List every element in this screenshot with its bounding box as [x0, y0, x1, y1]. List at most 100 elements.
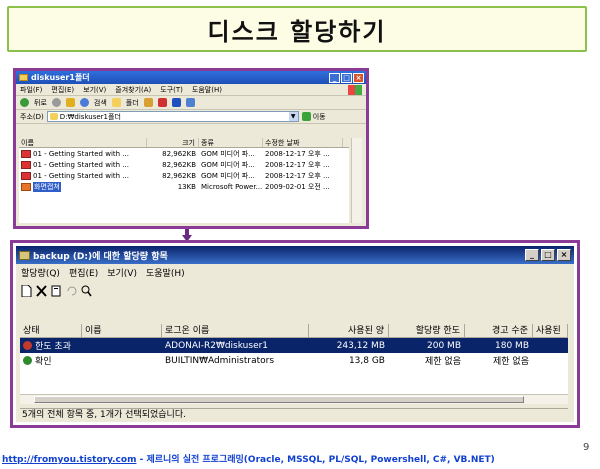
quota-list-header: 상태 이름 로그온 이름 사용된 양 할당량 한도 경고 수준 사용된: [20, 324, 568, 338]
address-field[interactable]: D:₩diskuser1폴더 ▼: [46, 111, 299, 122]
drive-icon: [19, 250, 30, 260]
menu-help[interactable]: 도움말(H): [146, 266, 185, 279]
column-date[interactable]: 수정한 날짜: [263, 138, 343, 147]
delete-icon[interactable]: [157, 98, 167, 107]
menu-edit[interactable]: 편집(E): [69, 266, 98, 279]
file-row[interactable]: 01 - Getting Started with ... 82,962KB G…: [19, 159, 349, 170]
file-type: GOM 미디어 파...: [201, 149, 255, 158]
maximize-button[interactable]: □: [541, 249, 555, 261]
column-name[interactable]: 이름: [19, 138, 147, 147]
undo-icon[interactable]: [171, 98, 181, 107]
column-type[interactable]: 종류: [199, 138, 263, 147]
go-label: 이동: [312, 112, 326, 121]
folder-icon: [49, 113, 58, 120]
quota-row[interactable]: 한도 초과 ADONAI-R2₩diskuser1 243,12 MB 200 …: [20, 338, 568, 353]
explorer-titlebar[interactable]: diskuser1폴더 _ □ ×: [16, 71, 366, 84]
go-button[interactable]: 이동: [301, 112, 326, 122]
column-warning-level[interactable]: 경고 수준: [465, 324, 533, 337]
quota-list: 상태 이름 로그온 이름 사용된 양 할당량 한도 경고 수준 사용된 한도 초…: [20, 324, 568, 394]
forward-arrow-icon[interactable]: [51, 98, 61, 107]
back-button[interactable]: 뒤로: [34, 98, 47, 108]
ok-icon: [23, 356, 32, 365]
file-row[interactable]: 화면캡쳐 13KB Microsoft Power... 2009-02-01 …: [19, 181, 349, 192]
properties-icon[interactable]: [51, 285, 62, 297]
menu-tools[interactable]: 도구(T): [160, 85, 183, 95]
quota-status: 확인: [35, 357, 52, 367]
file-date: 2008-12-17 오후 ...: [265, 149, 330, 158]
new-entry-icon[interactable]: [21, 285, 32, 297]
file-size: 82,962KB: [162, 171, 196, 180]
quota-used: 243,12 MB: [336, 340, 385, 351]
quota-titlebar[interactable]: backup (D:)에 대한 할당량 항목 _ □ ×: [16, 246, 574, 264]
menu-favorites[interactable]: 즐겨찾기(A): [115, 85, 151, 95]
file-date: 2008-12-17 오후 ...: [265, 160, 330, 169]
file-name: 화면캡쳐: [33, 181, 61, 192]
file-name: 01 - Getting Started with ...: [33, 160, 129, 169]
file-type: GOM 미디어 파...: [201, 171, 255, 180]
column-quota-limit[interactable]: 할당량 한도: [389, 324, 465, 337]
chevron-down-icon[interactable]: ▼: [288, 112, 298, 121]
quota-menubar: 할당량(Q) 편집(E) 보기(V) 도움말(H): [16, 264, 574, 281]
explorer-title: diskuser1폴더: [31, 73, 90, 82]
quota-limit: 제한 없음: [425, 357, 461, 367]
menu-file[interactable]: 파일(F): [20, 85, 42, 95]
video-file-icon: [21, 171, 31, 180]
file-date: 2008-12-17 오후 ...: [265, 171, 330, 180]
close-button[interactable]: ×: [557, 249, 571, 261]
quota-logon: BUILTIN₩Administrators: [165, 355, 275, 366]
column-percent-used[interactable]: 사용된: [533, 324, 568, 337]
footer-text: - 제르니의 실전 프로그래밍(Oracle, MSSQL, PL/SQL, P…: [136, 455, 495, 465]
find-icon[interactable]: [81, 285, 92, 297]
folder-icon: [19, 74, 28, 81]
file-row[interactable]: 01 - Getting Started with ... 82,962KB G…: [19, 148, 349, 159]
menu-view[interactable]: 보기(V): [107, 266, 137, 279]
column-amount-used[interactable]: 사용된 양: [309, 324, 389, 337]
file-row[interactable]: 01 - Getting Started with ... 82,962KB G…: [19, 170, 349, 181]
address-value: D:₩diskuser1폴더: [59, 112, 121, 121]
minimize-button[interactable]: _: [525, 249, 539, 261]
column-size[interactable]: 크기: [147, 138, 199, 147]
file-size: 82,962KB: [162, 160, 196, 169]
over-limit-icon: [23, 341, 32, 350]
menu-edit[interactable]: 편집(E): [51, 85, 74, 95]
quota-row[interactable]: 확인 BUILTIN₩Administrators 13,8 GB 제한 없음 …: [20, 353, 568, 368]
delete-icon[interactable]: [36, 285, 47, 297]
file-name: 01 - Getting Started with ...: [33, 149, 129, 158]
footer-link[interactable]: http://fromyou.tistory.com: [2, 455, 136, 465]
undo-icon[interactable]: [66, 285, 77, 297]
quota-limit: 200 MB: [427, 340, 461, 351]
maximize-button[interactable]: □: [341, 72, 352, 83]
views-icon[interactable]: [185, 98, 195, 107]
minimize-button[interactable]: _: [329, 72, 340, 83]
move-to-icon[interactable]: [143, 98, 153, 107]
menu-view[interactable]: 보기(V): [83, 85, 106, 95]
slide-title: 디스크 할당하기: [207, 17, 387, 46]
file-type: GOM 미디어 파...: [201, 160, 255, 169]
file-list-header: 이름 크기 종류 수정한 날짜: [19, 138, 349, 148]
folders-icon[interactable]: [111, 98, 121, 107]
quota-logon: ADONAI-R2₩diskuser1: [165, 340, 269, 351]
quota-toolbar: [16, 281, 574, 301]
page-number: 9: [583, 442, 590, 453]
horizontal-scrollbar[interactable]: [20, 394, 568, 404]
back-arrow-icon[interactable]: [20, 98, 29, 107]
quota-status: 한도 초과: [35, 342, 71, 352]
video-file-icon: [21, 149, 31, 158]
file-name: 01 - Getting Started with ...: [33, 171, 129, 180]
folders-button[interactable]: 폴더: [126, 98, 139, 108]
quota-used: 13,8 GB: [348, 355, 385, 366]
powerpoint-file-icon: [21, 182, 31, 191]
menu-quota[interactable]: 할당량(Q): [21, 266, 60, 279]
vertical-scrollbar[interactable]: [351, 138, 362, 223]
file-size: 13KB: [177, 182, 196, 191]
column-logon-name[interactable]: 로그온 이름: [162, 324, 309, 337]
quota-window-frame: backup (D:)에 대한 할당량 항목 _ □ × 할당량(Q) 편집(E…: [10, 240, 580, 428]
column-status[interactable]: 상태: [20, 324, 82, 337]
scrollbar-thumb[interactable]: [34, 396, 524, 403]
column-name[interactable]: 이름: [82, 324, 162, 337]
search-icon[interactable]: [79, 98, 89, 107]
search-button[interactable]: 검색: [94, 98, 107, 108]
menu-help[interactable]: 도움말(H): [192, 85, 222, 95]
up-folder-icon[interactable]: [65, 98, 75, 107]
close-button[interactable]: ×: [353, 72, 364, 83]
